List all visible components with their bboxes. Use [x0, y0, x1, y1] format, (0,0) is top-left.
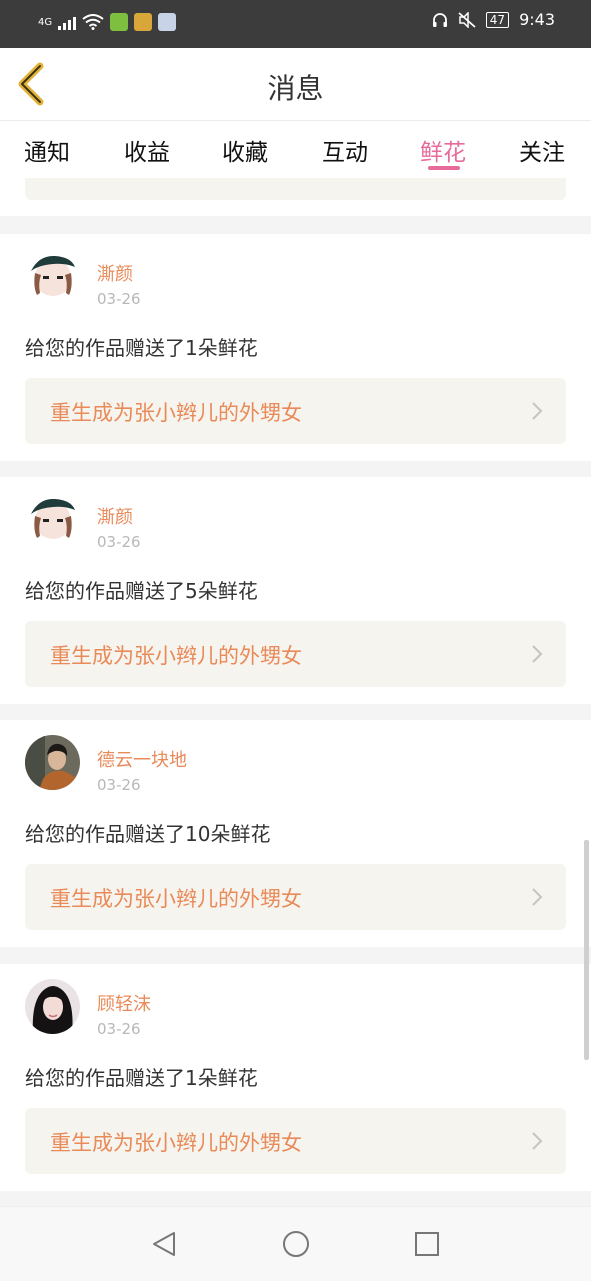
message-text: 给您的作品赠送了1朵鲜花 [25, 336, 258, 360]
message-date: 03-26 [97, 776, 141, 794]
avatar[interactable] [25, 492, 80, 547]
work-title: 重生成为张小辫儿的外甥女 [50, 887, 302, 911]
work-title: 重生成为张小辫儿的外甥女 [50, 401, 302, 425]
work-title: 重生成为张小辫儿的外甥女 [50, 1131, 302, 1155]
username[interactable]: 顾轻沫 [97, 990, 151, 1016]
active-tab-indicator [428, 166, 460, 170]
list-item: 澌颜 03-26 给您的作品赠送了1朵鲜花 重生成为张小辫儿的外甥女 [0, 234, 591, 461]
message-date: 03-26 [97, 1020, 141, 1038]
username[interactable]: 澌颜 [97, 260, 133, 286]
list-item: 澌颜 03-26 给您的作品赠送了5朵鲜花 重生成为张小辫儿的外甥女 [0, 477, 591, 704]
status-bar: 4G 47 9:43 [0, 0, 591, 48]
chevron-right-icon [532, 1132, 543, 1150]
status-right: 47 9:43 [432, 10, 555, 29]
avatar[interactable] [25, 979, 80, 1034]
header: 消息 [0, 48, 591, 120]
chevron-right-icon [532, 888, 543, 906]
tab-favorites[interactable]: 收藏 [222, 133, 268, 167]
work-title: 重生成为张小辫儿的外甥女 [50, 644, 302, 668]
message-text: 给您的作品赠送了10朵鲜花 [25, 822, 271, 846]
scrollbar[interactable] [584, 840, 589, 1060]
app-notification-icon [158, 13, 177, 31]
network-type: 4G [38, 16, 53, 28]
tab-notifications[interactable]: 通知 [24, 133, 70, 167]
work-link[interactable]: 重生成为张小辫儿的外甥女 [25, 621, 566, 687]
tab-flowers[interactable]: 鲜花 [420, 133, 466, 167]
wifi-icon [82, 14, 104, 30]
battery-icon: 47 [485, 11, 510, 28]
work-link-partial[interactable] [25, 178, 566, 200]
chevron-right-icon [532, 402, 543, 420]
username[interactable]: 澌颜 [97, 503, 133, 529]
recents-nav-icon[interactable] [412, 1229, 442, 1259]
app-notification-icon [134, 13, 153, 31]
avatar[interactable] [25, 249, 80, 304]
username[interactable]: 德云一块地 [97, 746, 187, 772]
tab-bar: 通知 收益 收藏 互动 鲜花 关注 [0, 120, 591, 179]
status-left: 4G [38, 13, 177, 31]
avatar[interactable] [25, 735, 80, 790]
tab-interactions[interactable]: 互动 [322, 133, 368, 167]
app-notification-icon [110, 13, 129, 31]
list-item: 顾轻沫 03-26 给您的作品赠送了1朵鲜花 重生成为张小辫儿的外甥女 [0, 964, 591, 1191]
message-list[interactable]: 澌颜 03-26 给您的作品赠送了1朵鲜花 重生成为张小辫儿的外甥女 澌颜 03… [0, 178, 591, 1206]
work-link[interactable]: 重生成为张小辫儿的外甥女 [25, 1108, 566, 1174]
message-text: 给您的作品赠送了1朵鲜花 [25, 1066, 258, 1090]
message-date: 03-26 [97, 290, 141, 308]
signal-icon [58, 14, 77, 30]
work-link[interactable]: 重生成为张小辫儿的外甥女 [25, 864, 566, 930]
tab-follows[interactable]: 关注 [519, 133, 565, 167]
list-item-partial [0, 178, 591, 216]
system-nav-bar [0, 1206, 591, 1281]
home-nav-icon[interactable] [281, 1229, 311, 1259]
mute-icon [458, 11, 476, 28]
back-nav-icon[interactable] [150, 1229, 180, 1259]
chevron-right-icon [532, 645, 543, 663]
message-text: 给您的作品赠送了5朵鲜花 [25, 579, 258, 603]
page-title: 消息 [267, 72, 324, 105]
work-link[interactable]: 重生成为张小辫儿的外甥女 [25, 378, 566, 444]
list-item: 德云一块地 03-26 给您的作品赠送了10朵鲜花 重生成为张小辫儿的外甥女 [0, 720, 591, 947]
headphone-icon [432, 12, 447, 27]
status-time: 9:43 [519, 10, 555, 29]
message-date: 03-26 [97, 533, 141, 551]
tab-earnings[interactable]: 收益 [124, 133, 170, 167]
